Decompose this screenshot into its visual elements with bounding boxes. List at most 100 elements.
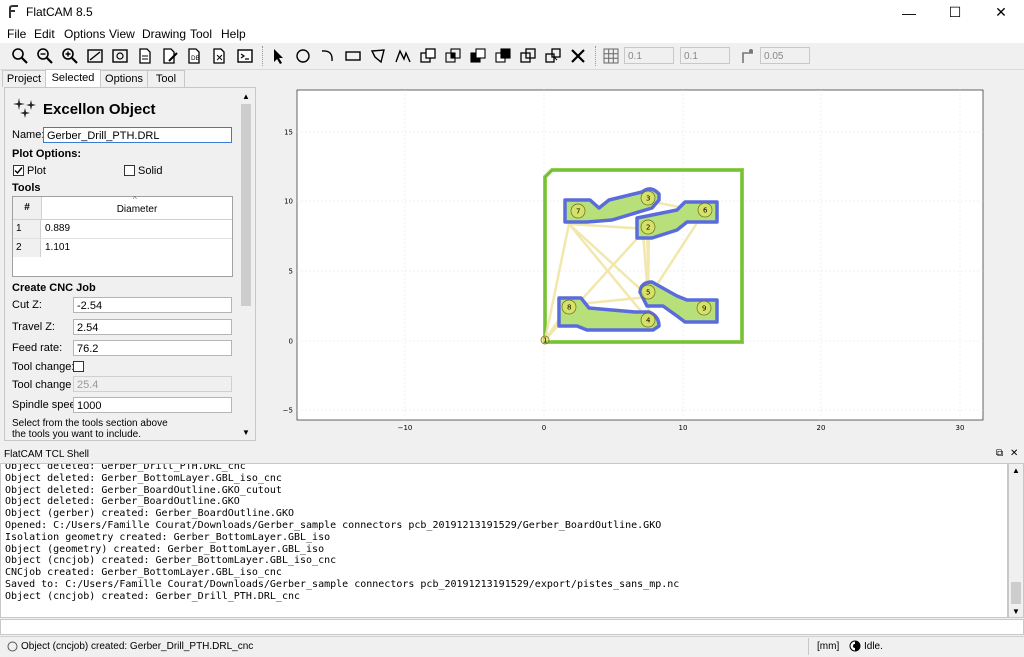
plot-checkbox[interactable] (13, 165, 24, 176)
menu-view[interactable]: View (109, 27, 135, 41)
copy-shape-icon[interactable] (518, 46, 538, 66)
drill-icon (13, 96, 39, 121)
menu-drawing[interactable]: Drawing (142, 27, 186, 41)
solid-checkbox[interactable] (124, 165, 135, 176)
menu-options[interactable]: Options (64, 27, 105, 41)
arc-tool-icon[interactable] (318, 46, 338, 66)
move-shape-icon[interactable] (543, 46, 563, 66)
shell-line: Object (geometry) created: Gerber_Bottom… (5, 543, 325, 555)
tab-tool[interactable]: Tool (147, 70, 185, 87)
shell-line: Object (cncjob) created: Gerber_Drill_PT… (5, 590, 301, 602)
shell-command-input[interactable] (0, 619, 1024, 635)
panel-scrollbar[interactable]: ▲ ▼ (238, 88, 254, 440)
menu-file[interactable]: File (7, 27, 26, 41)
edit-geometry-icon[interactable] (160, 46, 180, 66)
shell-icon[interactable] (235, 46, 255, 66)
snap-max-input[interactable]: 0.05 (760, 47, 810, 64)
drill-label: 4 (646, 317, 651, 325)
drill-label: 5 (646, 289, 650, 297)
table-cell-diameter[interactable]: 0.889 (45, 220, 70, 238)
replot-icon[interactable] (110, 46, 130, 66)
travelz-input[interactable]: 2.54 (73, 319, 232, 335)
intersection-icon[interactable] (443, 46, 463, 66)
zoom-in-icon[interactable] (60, 46, 80, 66)
path-tool-icon[interactable] (393, 46, 413, 66)
update-geometry-icon[interactable]: DB (185, 46, 205, 66)
tab-selected[interactable]: Selected (45, 69, 101, 88)
cutz-label: Cut Z: (12, 299, 42, 311)
cnc-job-title: Create CNC Job (12, 282, 96, 294)
column-header-diameter[interactable]: Diameter (42, 197, 232, 220)
grid-snap-icon[interactable] (601, 46, 621, 66)
corner-snap-icon[interactable] (738, 46, 758, 66)
undock-icon[interactable]: ⧉ (996, 448, 1003, 459)
tool-change-label: Tool change: (12, 361, 75, 373)
union-icon[interactable] (418, 46, 438, 66)
delete-object-icon[interactable] (210, 46, 230, 66)
shell-line: Object deleted: Gerber_BottomLayer.GBL_i… (5, 472, 282, 484)
close-button[interactable]: ✕ (978, 0, 1024, 25)
grid-x-input[interactable]: 0.1 (624, 47, 674, 64)
delete-shape-icon[interactable] (568, 46, 588, 66)
name-input[interactable]: Gerber_Drill_PTH.DRL (43, 127, 232, 143)
drill-label: 9 (702, 305, 706, 313)
tab-project[interactable]: Project (2, 70, 46, 87)
menu-help[interactable]: Help (221, 27, 246, 41)
table-cell-diameter[interactable]: 1.101 (45, 239, 70, 257)
column-header-number[interactable]: # (13, 197, 42, 220)
toolbar: DB 0.1 0.1 0.05 (0, 43, 1024, 70)
zoom-fit-icon[interactable] (10, 46, 30, 66)
minimize-button[interactable]: — (886, 0, 932, 25)
status-divider (808, 638, 809, 655)
tool-change-checkbox[interactable] (73, 361, 84, 372)
shell-scrollbar[interactable]: ▲ ▼ (1008, 463, 1024, 618)
shell-output[interactable]: Object deleted: Gerber_Drill_PTH.DRL_cnc… (0, 463, 1008, 618)
hint-text: the tools you want to include. (12, 429, 141, 440)
shell-line: CNCjob created: Gerber_BottomLayer.GBL_i… (5, 567, 282, 579)
grid-y-input[interactable]: 0.1 (680, 47, 730, 64)
menu-tool[interactable]: Tool (190, 27, 212, 41)
shell-line: Object (gerber) created: Gerber_BoardOut… (5, 508, 294, 520)
feed-rate-label: Feed rate: (12, 342, 63, 354)
scroll-up-icon[interactable]: ▲ (1012, 466, 1020, 475)
zoom-out-icon[interactable] (35, 46, 55, 66)
tools-label: Tools (12, 182, 41, 194)
polygon-tool-icon[interactable] (368, 46, 388, 66)
tab-options[interactable]: Options (100, 70, 148, 87)
travelz-label: Travel Z: (12, 321, 55, 333)
maximize-button[interactable]: ☐ (932, 0, 978, 25)
plot-options-label: Plot Options: (12, 148, 82, 160)
cut-path-icon[interactable] (493, 46, 513, 66)
scrollbar-thumb[interactable] (241, 104, 251, 306)
x-tick-label: 30 (956, 424, 965, 432)
shell-line: Saved to: C:/Users/Famille Courat/Downlo… (5, 579, 680, 590)
window-title: FlatCAM 8.5 (26, 5, 93, 19)
shell-line: Opened: C:/Users/Famille Courat/Download… (5, 520, 662, 531)
subtract-icon[interactable] (468, 46, 488, 66)
tool-change-z-input[interactable]: 25.4 (73, 376, 232, 392)
table-row-number: 2 (13, 239, 41, 257)
tools-table[interactable]: # Diameter ^ 1 0.889 2 1.101 (12, 195, 233, 277)
circle-tool-icon[interactable] (293, 46, 313, 66)
cutz-input[interactable]: -2.54 (73, 297, 232, 313)
feed-rate-input[interactable]: 76.2 (73, 340, 232, 356)
menu-edit[interactable]: Edit (34, 27, 55, 41)
scrollbar-thumb[interactable] (1011, 582, 1021, 604)
plot-area[interactable]: −10 0 10 20 30 15 10 5 0 −5 1 2 3 4 5 6 7 8 9 (257, 70, 1024, 440)
select-pointer-icon[interactable] (268, 46, 288, 66)
new-geometry-icon[interactable] (135, 46, 155, 66)
sort-indicator-icon: ^ (133, 195, 137, 204)
y-tick-label: 0 (289, 338, 293, 346)
plot-canvas[interactable]: −10 0 10 20 30 15 10 5 0 −5 1 2 3 4 5 6 7 8 9 (257, 70, 1024, 440)
x-tick-label: 0 (542, 424, 546, 432)
shell-title: FlatCAM TCL Shell (4, 449, 90, 460)
drill-label: 7 (576, 208, 580, 216)
rectangle-tool-icon[interactable] (343, 46, 363, 66)
scroll-up-icon[interactable]: ▲ (242, 92, 250, 101)
status-bar: Object (cncjob) created: Gerber_Drill_PT… (0, 636, 1024, 657)
spindle-speed-input[interactable]: 1000 (73, 397, 232, 413)
close-shell-icon[interactable]: ✕ (1010, 448, 1018, 459)
clear-plot-icon[interactable] (85, 46, 105, 66)
scroll-down-icon[interactable]: ▼ (1012, 607, 1020, 616)
scroll-down-icon[interactable]: ▼ (242, 428, 250, 437)
